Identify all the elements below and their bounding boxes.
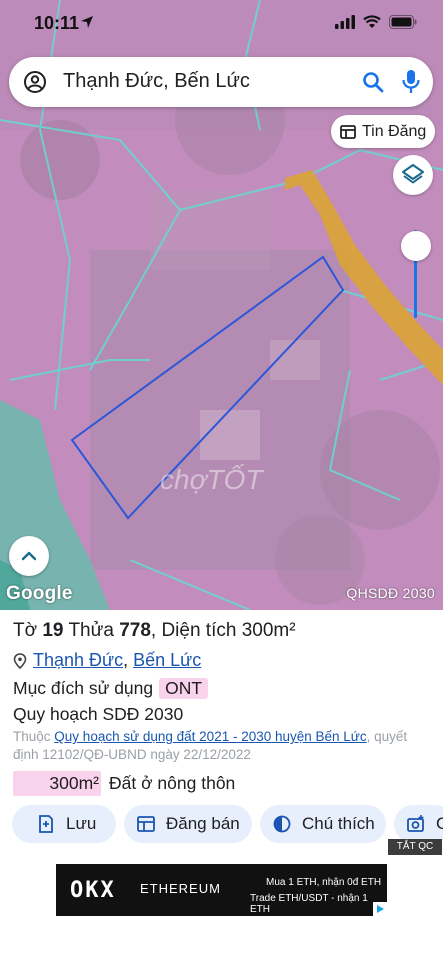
land-purpose-code: ONT (159, 678, 209, 699)
contrast-icon (273, 815, 291, 833)
ward-link[interactable]: Thạnh Đức (33, 650, 123, 671)
hide-ad-button[interactable]: TẮT QC (388, 839, 442, 855)
plan-note-prefix: Thuộc (13, 729, 51, 744)
location-arrow-icon (81, 16, 93, 28)
ad-line-1: Mua 1 ETH, nhận 0đ ETH (266, 877, 382, 888)
land-purpose-row: Mục đích sử dụng ONT (13, 678, 209, 699)
opacity-slider-handle[interactable] (401, 231, 431, 261)
adchoices-icon[interactable] (373, 902, 387, 916)
chevron-up-icon (21, 551, 37, 561)
listing-icon (340, 124, 356, 139)
save-label: Lưu (66, 814, 97, 833)
expand-sheet-button[interactable] (9, 536, 49, 576)
layers-button[interactable] (393, 155, 433, 195)
land-type-row: 300m² Đất ở nông thôn (13, 771, 235, 796)
ad-campaign: ETHEREUM (140, 881, 221, 896)
search-bar[interactable]: Thạnh Đức, Bến Lức (9, 57, 433, 107)
layers-icon (402, 164, 424, 184)
legend-label: Chú thích (302, 814, 375, 833)
plan-link[interactable]: Quy hoạch sử dụng đất 2021 - 2030 huyện … (54, 729, 366, 744)
parcel-label-thua: Thửa (68, 620, 114, 641)
tin-dang-button[interactable]: Tin Đăng (331, 115, 435, 148)
search-icon[interactable] (361, 70, 385, 94)
google-logo: Google (6, 583, 73, 604)
post-label: Đăng bán (166, 814, 240, 833)
status-bar: 10:11 (0, 0, 443, 48)
microphone-icon[interactable] (401, 68, 421, 96)
land-type-label: Đất ở nông thôn (109, 773, 236, 793)
sheet-label-to: Tờ (13, 620, 38, 641)
status-time: 10:11 (34, 13, 80, 33)
plan-title: Quy hoạch SDĐ 2030 (13, 704, 184, 724)
parcel-info-sheet: Tờ 19 Thửa 778, Diện tích 300m² Thạnh Đứ… (0, 610, 443, 960)
battery-icon (389, 15, 417, 29)
add-photo-icon (407, 815, 424, 832)
account-icon[interactable] (23, 70, 47, 94)
listing-icon (137, 816, 155, 832)
ad-banner[interactable]: OKX ETHEREUM Mua 1 ETH, nhận 0đ ETH Trad… (56, 864, 387, 916)
cellular-signal-icon (335, 15, 355, 29)
district-link[interactable]: Bến Lức (133, 650, 201, 671)
camera-button[interactable]: C (394, 805, 443, 843)
address-comma: , (123, 650, 134, 670)
ad-brand-logo: OKX (70, 878, 116, 903)
parcel-area: , Diện tích 300m² (150, 620, 296, 641)
bookmark-add-icon (39, 815, 53, 833)
parcel-title: Tờ 19 Thửa 778, Diện tích 300m² (13, 620, 296, 642)
land-purpose-label: Mục đích sử dụng (13, 678, 154, 698)
search-input[interactable]: Thạnh Đức, Bến Lức (63, 70, 250, 93)
map-view[interactable]: 10:11 Thạnh Đức, Bến Lức Tin Đăng chợTỐT… (0, 0, 443, 610)
ad-line-2: Trade ETH/USDT - nhận 1 ETH (250, 893, 368, 915)
camera-label: C (436, 814, 443, 833)
legend-button[interactable]: Chú thích (260, 805, 386, 843)
post-for-sale-button[interactable]: Đăng bán (124, 805, 252, 843)
tin-dang-label: Tin Đăng (362, 122, 427, 140)
map-layer-label: QHSDĐ 2030 (346, 585, 435, 601)
chotot-watermark: chợTỐT (160, 464, 263, 495)
save-button[interactable]: Lưu (12, 805, 116, 843)
plan-note: Thuộc Quy hoạch sử dụng đất 2021 - 2030 … (13, 728, 435, 764)
parcel-address: Thạnh Đức, Bến Lức (13, 650, 201, 671)
land-area-badge: 300m² (13, 771, 101, 796)
location-pin-icon (13, 652, 27, 669)
wifi-icon (363, 15, 381, 28)
parcel-number: 778 (119, 620, 151, 641)
sheet-number: 19 (42, 620, 64, 641)
status-icons (335, 15, 417, 29)
